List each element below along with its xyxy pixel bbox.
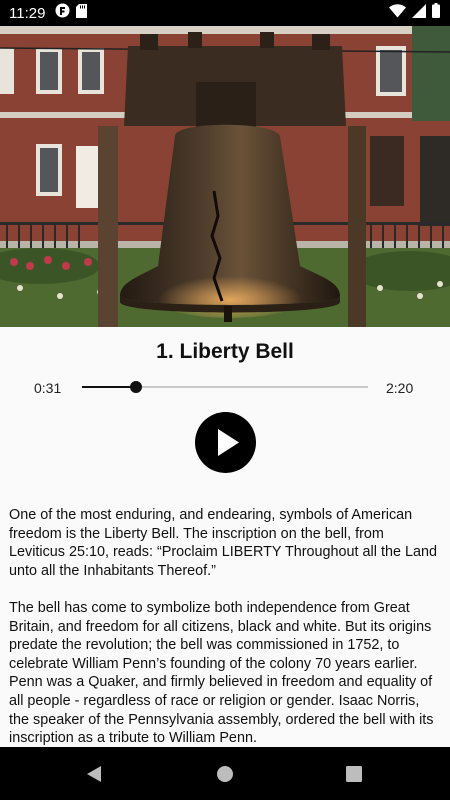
cellular-signal-icon	[412, 3, 426, 23]
description-paragraph: The bell has come to symbolize both inde…	[9, 599, 434, 746]
seek-thumb[interactable]	[130, 381, 143, 393]
current-time: 0:31	[34, 380, 62, 396]
recents-button[interactable]	[324, 747, 384, 800]
recents-icon	[346, 765, 362, 782]
status-time: 11:29	[9, 4, 46, 22]
play-icon	[218, 429, 239, 456]
back-button[interactable]	[64, 747, 124, 800]
app-notification-icon	[55, 3, 70, 23]
home-button[interactable]	[195, 747, 255, 800]
navigation-bar	[0, 747, 450, 800]
seek-bar[interactable]	[82, 381, 368, 393]
description-text: One of the most enduring, and endearing,…	[9, 506, 441, 746]
sd-card-icon	[76, 3, 88, 23]
battery-icon	[432, 3, 440, 23]
audio-player: 0:31 2:20	[0, 372, 450, 402]
wifi-icon	[389, 3, 406, 23]
liberty-bell-image	[0, 26, 450, 327]
back-icon	[87, 765, 101, 782]
status-bar: 11:29	[0, 0, 450, 26]
play-button[interactable]	[195, 412, 256, 473]
home-icon	[217, 765, 233, 782]
description-paragraph: One of the most enduring, and endearing,…	[9, 507, 437, 579]
total-time: 2:20	[386, 380, 414, 396]
seek-bar-progress	[82, 386, 137, 388]
track-title: 1. Liberty Bell	[156, 340, 294, 363]
